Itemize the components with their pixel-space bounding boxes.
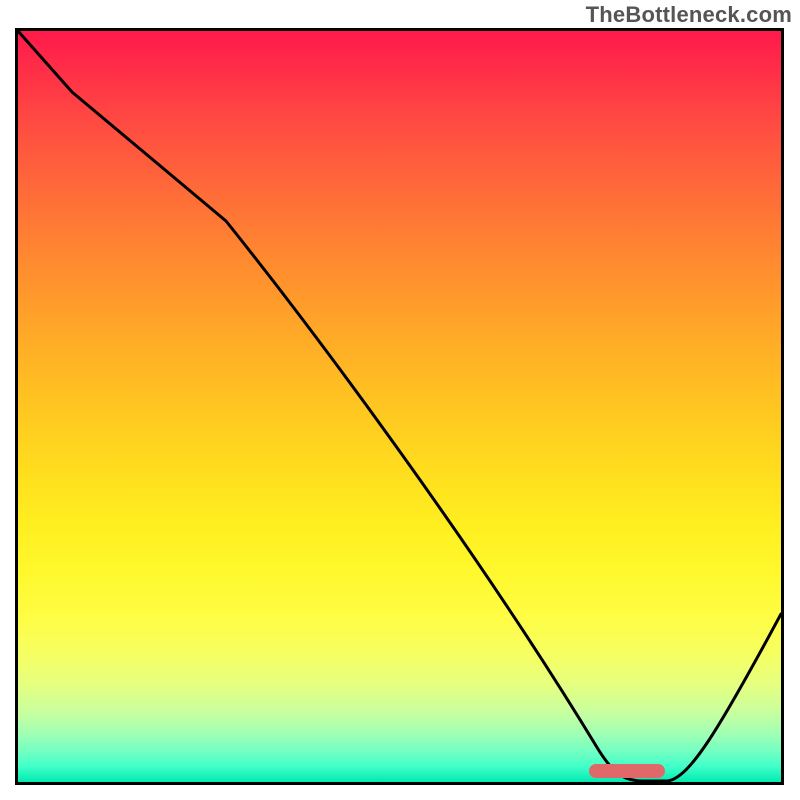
- chart-plot-area: [15, 28, 784, 785]
- chart-line-series: [18, 31, 781, 782]
- watermark-text: TheBottleneck.com: [586, 2, 792, 28]
- bottleneck-curve-path: [18, 31, 781, 781]
- minimum-marker: [589, 764, 665, 778]
